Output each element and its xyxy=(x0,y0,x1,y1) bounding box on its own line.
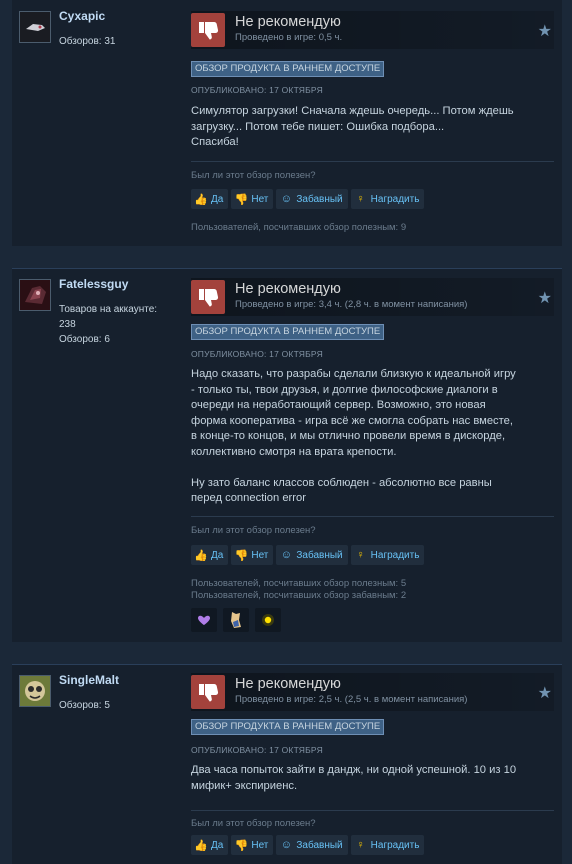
funny-count: Пользователей, посчитавших обзор забавны… xyxy=(191,590,407,601)
posted-date: ОПУБЛИКОВАНО: 17 ОКТЯБРЯ xyxy=(191,349,323,359)
glowing-orb-icon xyxy=(262,614,274,626)
vote-header: Не рекомендую Проведено в игре: 0,5 ч. ★ xyxy=(191,11,554,49)
award-list xyxy=(191,608,281,632)
award-icon: ♀ xyxy=(356,549,365,561)
avatar[interactable] xyxy=(19,675,51,707)
review-verdict[interactable]: Не рекомендую xyxy=(235,676,341,692)
review-card: Fatelessguy Товаров на аккаунте: 238 Обз… xyxy=(12,268,562,642)
early-access-badge: ОБЗОР ПРОДУКТА В РАННЕМ ДОСТУПЕ xyxy=(191,719,385,735)
author-game-count-label[interactable]: Товаров на аккаунте: xyxy=(59,302,157,317)
divider xyxy=(191,516,554,517)
vote-yes-button[interactable]: 👍 Да xyxy=(191,835,229,855)
avatar[interactable] xyxy=(19,279,51,311)
review-card: SingleMalt Обзоров: 5 Не рекомендую Пров… xyxy=(12,664,562,864)
avatar[interactable] xyxy=(19,11,51,43)
thumbs-down-icon xyxy=(191,280,225,314)
star-icon[interactable]: ★ xyxy=(538,683,552,703)
thumbs-down-icon: 👎 xyxy=(234,549,249,562)
vote-funny-button[interactable]: ☺ Забавный xyxy=(276,835,348,855)
vote-header: Не рекомендую Проведено в игре: 2,5 ч. (… xyxy=(191,673,554,711)
helpful-question: Был ли этот обзор полезен? xyxy=(191,170,316,181)
vote-funny-button[interactable]: ☺ Забавный xyxy=(276,189,348,209)
author-review-count[interactable]: Обзоров: 5 xyxy=(59,698,110,713)
vote-buttons: 👍 Да 👎 Нет ☺ Забавный ♀ Наградить xyxy=(191,835,425,855)
posted-date: ОПУБЛИКОВАНО: 17 ОКТЯБРЯ xyxy=(191,745,323,755)
award-button[interactable]: ♀ Наградить xyxy=(350,545,425,565)
early-access-badge: ОБЗОР ПРОДУКТА В РАННЕМ ДОСТУПЕ xyxy=(191,61,385,77)
smiley-icon: ☺ xyxy=(280,549,292,561)
award-button[interactable]: ♀ Наградить xyxy=(350,835,425,855)
star-icon[interactable]: ★ xyxy=(538,288,552,308)
vote-yes-button[interactable]: 👍 Да xyxy=(191,189,229,209)
helpful-question: Был ли этот обзор полезен? xyxy=(191,818,316,829)
playtime: Проведено в игре: 2,5 ч. (2,5 ч. в момен… xyxy=(235,694,468,705)
star-icon[interactable]: ★ xyxy=(538,21,552,41)
review-text: Надо сказать, что разрабы сделали близку… xyxy=(191,368,516,504)
author-review-count[interactable]: Обзоров: 31 xyxy=(59,34,115,49)
divider xyxy=(191,810,554,811)
award-button[interactable]: ♀ Наградить xyxy=(350,189,425,209)
award-item[interactable] xyxy=(255,608,281,632)
thumbs-up-icon: 👍 xyxy=(194,549,208,562)
vote-buttons: 👍 Да 👎 Нет ☺ Забавный ♀ Наградить xyxy=(191,545,425,565)
hand-icon xyxy=(231,612,241,628)
review-text: Симулятор загрузки! Сначала ждешь очеред… xyxy=(191,105,514,148)
author-name[interactable]: SingleMalt xyxy=(59,673,119,687)
card-top-border xyxy=(12,664,562,665)
helpful-count: Пользователей, посчитавших обзор полезны… xyxy=(191,222,407,233)
award-icon: ♀ xyxy=(356,839,365,851)
card-top-border xyxy=(12,268,562,269)
divider xyxy=(191,161,554,162)
smiley-icon: ☺ xyxy=(280,193,292,205)
review-text: Два часа попыток зайти в дандж, ни одной… xyxy=(191,764,517,792)
playtime: Проведено в игре: 0,5 ч. xyxy=(235,32,343,43)
vote-no-button[interactable]: 👎 Нет xyxy=(231,545,274,565)
vote-header: Не рекомендую Проведено в игре: 3,4 ч. (… xyxy=(191,278,554,316)
posted-date: ОПУБЛИКОВАНО: 17 ОКТЯБРЯ xyxy=(191,85,323,95)
thumbs-down-icon: 👎 xyxy=(234,839,249,852)
vote-funny-button[interactable]: ☺ Забавный xyxy=(276,545,348,565)
thumbs-down-icon xyxy=(191,675,225,709)
smiley-icon: ☺ xyxy=(280,839,292,851)
review-verdict[interactable]: Не рекомендую xyxy=(235,281,341,297)
vote-yes-button[interactable]: 👍 Да xyxy=(191,545,229,565)
author-review-count[interactable]: Обзоров: 6 xyxy=(59,332,110,347)
vote-no-button[interactable]: 👎 Нет xyxy=(231,835,274,855)
helpful-question: Был ли этот обзор полезен? xyxy=(191,525,316,536)
thumbs-up-icon: 👍 xyxy=(194,839,208,852)
author-name[interactable]: Сухаріс xyxy=(59,9,105,23)
author-game-count[interactable]: 238 xyxy=(59,317,76,332)
thumbs-down-icon xyxy=(191,13,225,47)
award-item[interactable] xyxy=(223,608,249,632)
award-item[interactable] xyxy=(191,608,217,632)
early-access-badge: ОБЗОР ПРОДУКТА В РАННЕМ ДОСТУПЕ xyxy=(191,324,385,340)
vote-buttons: 👍 Да 👎 Нет ☺ Забавный ♀ Наградить xyxy=(191,189,425,209)
thumbs-down-icon: 👎 xyxy=(234,193,249,206)
heart-wings-icon xyxy=(198,615,210,625)
author-name[interactable]: Fatelessguy xyxy=(59,277,128,291)
thumbs-up-icon: 👍 xyxy=(194,193,208,206)
playtime: Проведено в игре: 3,4 ч. (2,8 ч. в момен… xyxy=(235,299,468,310)
helpful-count: Пользователей, посчитавших обзор полезны… xyxy=(191,578,407,589)
award-icon: ♀ xyxy=(356,193,365,205)
review-verdict[interactable]: Не рекомендую xyxy=(235,14,341,30)
vote-no-button[interactable]: 👎 Нет xyxy=(231,189,274,209)
review-card: Сухаріс Обзоров: 31 Не рекомендую Провед… xyxy=(12,0,562,246)
